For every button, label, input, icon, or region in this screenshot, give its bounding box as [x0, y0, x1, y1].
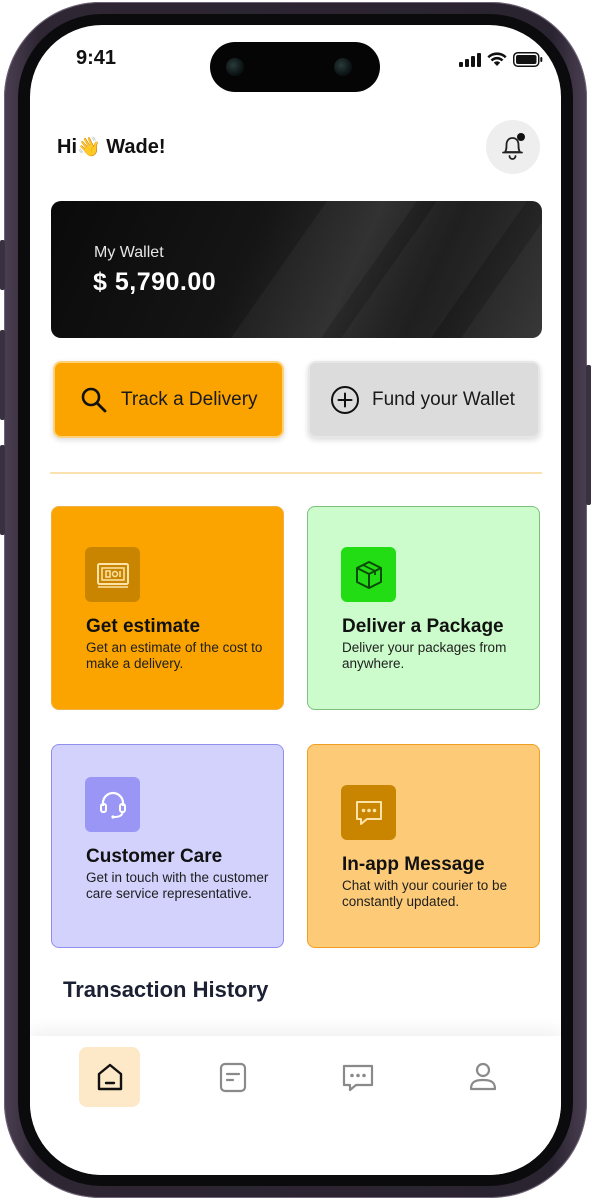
card-description: Deliver your packages from anywhere. — [342, 640, 507, 671]
cellular-signal-icon — [459, 52, 481, 67]
wallet-balance: $ 5,790.00 — [93, 268, 217, 296]
bottom-tab-bar — [30, 1036, 561, 1175]
status-icons — [459, 52, 543, 67]
card-title: Customer Care — [86, 846, 223, 867]
tab-messages[interactable] — [327, 1047, 388, 1107]
sensor-icon — [226, 58, 244, 76]
card-title: Deliver a Package — [342, 616, 504, 637]
get-estimate-card[interactable]: Get estimate Get an estimate of the cost… — [51, 506, 284, 710]
tab-orders[interactable] — [202, 1047, 263, 1107]
message-icon — [341, 785, 396, 840]
in-app-message-card[interactable]: In-app Message Chat with your courier to… — [307, 744, 540, 948]
greeting: Hi👋 Wade! — [57, 135, 166, 159]
action-button — [0, 240, 5, 290]
wallet-label: My Wallet — [94, 244, 164, 261]
user-icon — [469, 1062, 496, 1091]
status-time: 9:41 — [76, 47, 117, 69]
package-icon — [341, 547, 396, 602]
volume-down-button — [0, 445, 5, 535]
camera-icon — [334, 58, 352, 76]
battery-icon — [513, 52, 543, 67]
document-icon — [219, 1062, 246, 1093]
power-button — [586, 365, 591, 505]
card-description: Chat with your courier to be constantly … — [342, 878, 508, 909]
card-description: Get in touch with the customer care serv… — [86, 870, 269, 901]
card-title: Get estimate — [86, 616, 201, 637]
volume-up-button — [0, 330, 5, 420]
divider — [50, 472, 542, 474]
card-title: In-app Message — [342, 854, 485, 875]
tab-profile[interactable] — [452, 1047, 513, 1107]
transaction-history-title: Transaction History — [63, 977, 269, 1002]
card-description: Get an estimate of the cost to make a de… — [86, 640, 263, 671]
dynamic-island — [210, 42, 380, 92]
customer-care-card[interactable]: Customer Care Get in touch with the cust… — [51, 744, 284, 948]
chat-icon — [342, 1064, 373, 1092]
wifi-icon — [487, 52, 507, 66]
wave-emoji-icon: 👋 — [77, 137, 101, 158]
search-icon — [79, 385, 109, 415]
plus-circle-icon — [330, 385, 360, 415]
track-delivery-label: Track a Delivery — [121, 388, 258, 410]
notifications-button[interactable] — [486, 120, 540, 174]
headset-icon — [85, 777, 140, 832]
bell-icon — [502, 133, 525, 160]
track-delivery-button[interactable]: Track a Delivery — [53, 361, 284, 438]
greeting-name: Wade! — [106, 136, 166, 158]
fund-wallet-button[interactable]: Fund your Wallet — [308, 361, 540, 438]
home-icon — [97, 1063, 122, 1091]
deliver-package-card[interactable]: Deliver a Package Deliver your packages … — [307, 506, 540, 710]
tab-home[interactable] — [79, 1047, 140, 1107]
money-icon — [85, 547, 140, 602]
greeting-prefix: Hi — [57, 136, 77, 158]
wallet-card[interactable]: My Wallet $ 5,790.00 — [51, 201, 542, 338]
fund-wallet-label: Fund your Wallet — [372, 388, 515, 410]
screen: 9:41 Hi👋 Wade! My Wallet $ 5,790.00 Trac… — [30, 25, 561, 1175]
